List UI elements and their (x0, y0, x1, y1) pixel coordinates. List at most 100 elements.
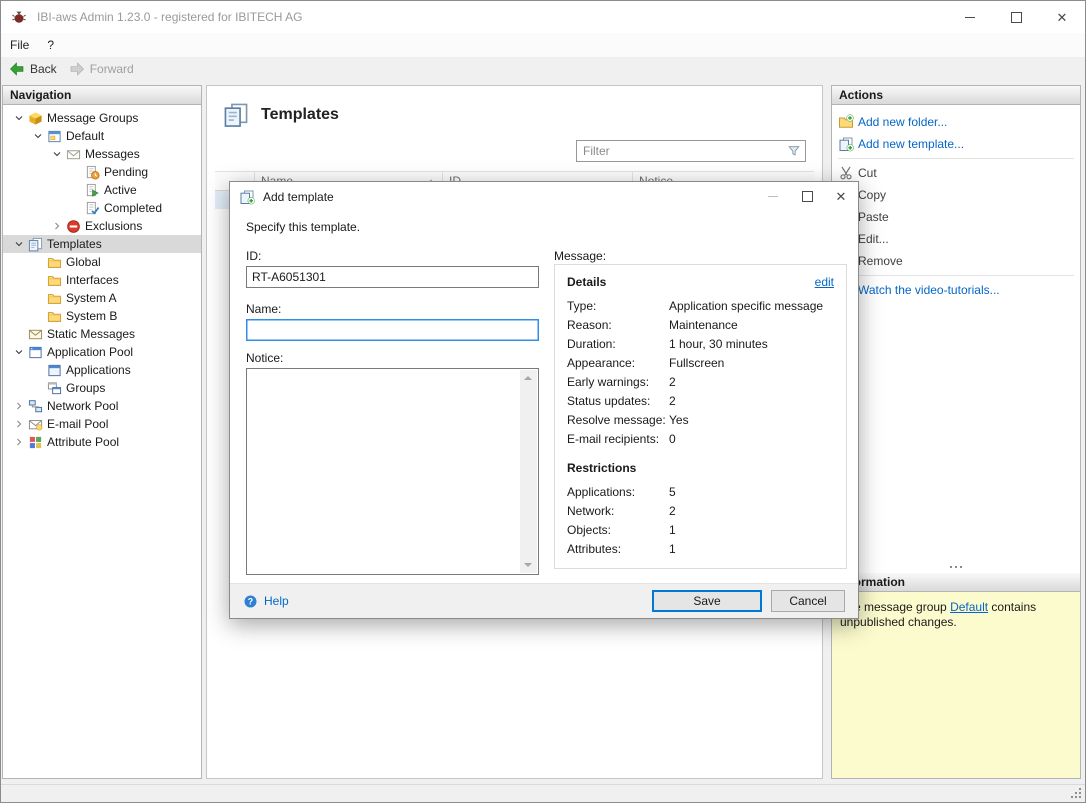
dialog-title: Add template (263, 190, 334, 204)
tree-item-global[interactable]: Global (3, 253, 201, 271)
tree-item-system-a[interactable]: System A (3, 289, 201, 307)
action-remove[interactable]: Remove (836, 250, 1076, 272)
restriction-row: Attributes: 1 (567, 540, 834, 559)
detail-row-label: Resolve message: (567, 413, 666, 427)
detail-row-label: Early warnings: (567, 375, 650, 389)
scroll-up-icon[interactable] (520, 370, 537, 387)
status-bar (1, 784, 1085, 802)
detail-row: Resolve message: Yes (567, 411, 834, 430)
detail-row-label: Reason: (567, 318, 612, 332)
menu-file[interactable]: File (1, 34, 38, 56)
chevron-right-icon[interactable] (51, 220, 63, 232)
chevron-none (32, 274, 44, 286)
chevron-none (32, 256, 44, 268)
notice-textarea[interactable] (246, 368, 539, 575)
edit-link[interactable]: edit (815, 275, 834, 289)
action-label: Paste (858, 210, 889, 224)
tree-item-label: E-mail Pool (47, 417, 109, 431)
tree-item-label: Application Pool (47, 345, 134, 359)
filter-input[interactable] (577, 141, 805, 161)
tree-item-interfaces[interactable]: Interfaces (3, 271, 201, 289)
page-title: Templates (261, 106, 339, 123)
restriction-row-label: Network: (567, 504, 615, 518)
dialog-close-button[interactable]: ✕ (824, 182, 858, 211)
tree-item-pending[interactable]: Pending (3, 163, 201, 181)
chevron-down-icon[interactable] (51, 148, 63, 160)
folder-icon (47, 309, 62, 324)
actions-header: Actions (832, 86, 1080, 105)
notice-scrollbar[interactable] (520, 370, 537, 573)
actions-separator (838, 275, 1074, 276)
static-messages-icon (28, 327, 43, 342)
action-cut[interactable]: Cut (836, 162, 1076, 184)
tree-item-network-pool[interactable]: Network Pool (3, 397, 201, 415)
back-button[interactable]: Back (9, 61, 57, 77)
tree-item-attribute-pool[interactable]: Attribute Pool (3, 433, 201, 451)
id-input[interactable] (246, 266, 539, 288)
dialog-maximize-button[interactable] (790, 182, 824, 211)
help-link[interactable]: ? Help (243, 594, 289, 609)
action-label: Cut (858, 166, 877, 180)
tree-item-static-messages[interactable]: Static Messages (3, 325, 201, 343)
tree-item-label: Exclusions (85, 219, 143, 233)
resize-grip[interactable] (1071, 788, 1081, 798)
chevron-down-icon[interactable] (32, 130, 44, 142)
close-button[interactable]: ✕ (1039, 1, 1085, 33)
detail-row-value: Fullscreen (669, 356, 725, 370)
folder-icon (47, 291, 62, 306)
name-input[interactable] (246, 319, 539, 341)
tree-item-system-b[interactable]: System B (3, 307, 201, 325)
tree-item-templates[interactable]: Templates (3, 235, 201, 253)
panel-splitter-grip[interactable] (832, 561, 1080, 573)
action-edit[interactable]: Edit... (836, 228, 1076, 250)
tree-item-e-mail-pool[interactable]: E-mail Pool (3, 415, 201, 433)
chevron-none (32, 310, 44, 322)
tree-item-messages[interactable]: Messages (3, 145, 201, 163)
dialog-minimize-button[interactable] (756, 182, 790, 211)
tree-item-label: Pending (104, 165, 149, 179)
action-watch-the-video-tutorials[interactable]: Watch the video-tutorials... (836, 279, 1076, 301)
restriction-row-label: Objects: (567, 523, 612, 537)
chevron-down-icon[interactable] (13, 346, 25, 358)
minimize-button[interactable] (947, 1, 993, 33)
action-copy[interactable]: Copy (836, 184, 1076, 206)
dialog-subtitle: Specify this template. (246, 220, 361, 234)
chevron-right-icon[interactable] (13, 418, 25, 430)
tree-item-exclusions[interactable]: Exclusions (3, 217, 201, 235)
default-group-link[interactable]: Default (950, 600, 988, 614)
tree-item-message-groups[interactable]: Message Groups (3, 109, 201, 127)
tree-item-completed[interactable]: Completed (3, 199, 201, 217)
close-icon: ✕ (835, 189, 847, 204)
scroll-down-icon[interactable] (520, 556, 537, 573)
maximize-button[interactable] (993, 1, 1039, 33)
tree-item-default[interactable]: Default (3, 127, 201, 145)
templates-icon (28, 237, 43, 252)
restriction-row: Network: 2 (567, 502, 834, 521)
tree-item-application-pool[interactable]: Application Pool (3, 343, 201, 361)
tree-item-active[interactable]: Active (3, 181, 201, 199)
window-controls: ✕ (947, 1, 1085, 33)
forward-button[interactable]: Forward (69, 61, 134, 77)
action-add-new-template[interactable]: Add new template... (836, 133, 1076, 155)
tree-item-applications[interactable]: Applications (3, 361, 201, 379)
action-add-new-folder[interactable]: Add new folder... (836, 111, 1076, 133)
chevron-right-icon[interactable] (13, 400, 25, 412)
tree-item-groups[interactable]: Groups (3, 379, 201, 397)
cancel-button[interactable]: Cancel (771, 590, 845, 612)
menu-bar: File ? (1, 33, 1085, 57)
email-pool-icon (28, 417, 43, 432)
message-groups-icon (28, 111, 43, 126)
action-paste[interactable]: Paste (836, 206, 1076, 228)
app-icon (11, 9, 27, 25)
restriction-row-value: 1 (669, 542, 676, 556)
chevron-right-icon[interactable] (13, 436, 25, 448)
close-icon: ✕ (1056, 9, 1068, 25)
menu-help[interactable]: ? (38, 34, 63, 56)
chevron-down-icon[interactable] (13, 238, 25, 250)
chevron-down-icon[interactable] (13, 112, 25, 124)
details-header-row: Details edit (567, 275, 834, 289)
filter-icon[interactable] (787, 144, 801, 158)
maximize-icon (1010, 11, 1022, 23)
save-button[interactable]: Save (652, 590, 762, 612)
detail-row-value: 1 hour, 30 minutes (669, 337, 768, 351)
